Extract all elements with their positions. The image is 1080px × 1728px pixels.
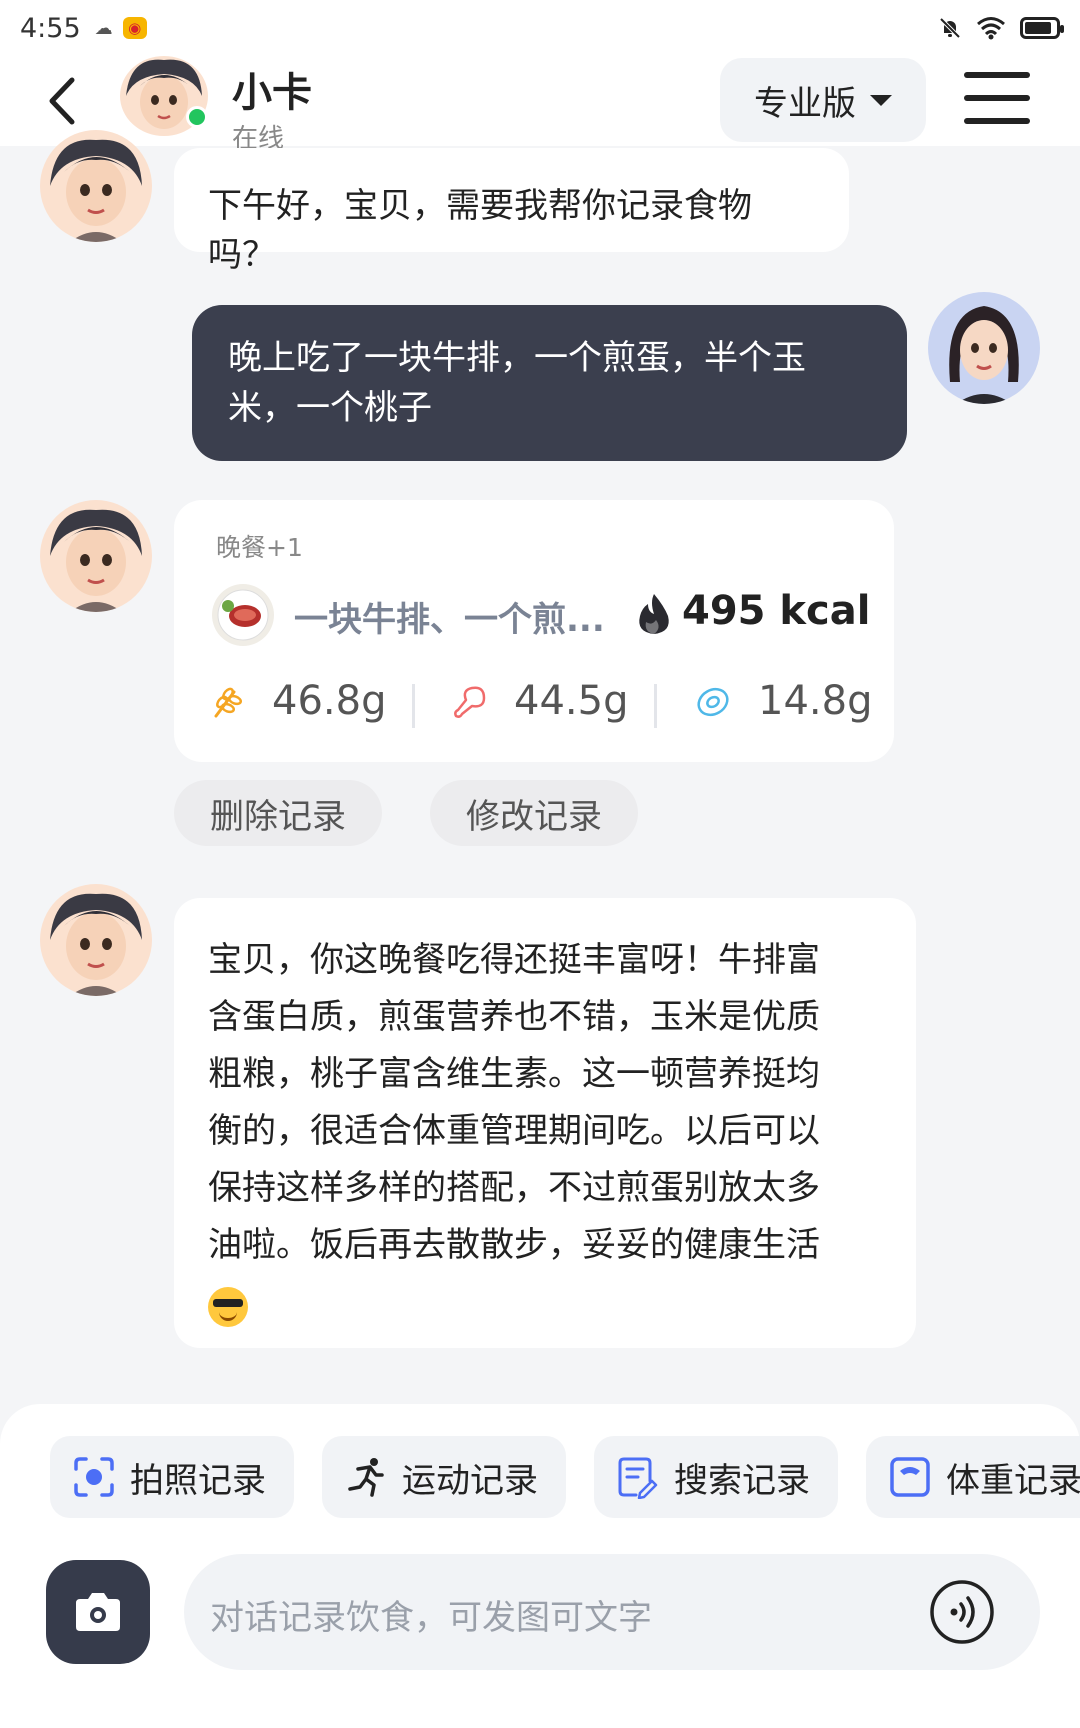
scan-camera-icon bbox=[74, 1457, 114, 1497]
protein-stat: 44.5g bbox=[450, 678, 628, 724]
message-input[interactable]: 对话记录饮食，可发图可文字 bbox=[184, 1554, 1040, 1670]
delete-record-button[interactable]: 删除记录 bbox=[174, 780, 382, 846]
weibo-icon: ◉ bbox=[122, 17, 147, 39]
wifi-icon bbox=[977, 17, 1005, 40]
sunglasses-emoji-icon bbox=[208, 1286, 248, 1327]
mute-bell-icon bbox=[939, 17, 961, 39]
contact-name: 小卡 bbox=[232, 70, 312, 116]
photo-record-button[interactable]: 拍照记录 bbox=[50, 1436, 294, 1518]
weight-record-button[interactable]: 体重记录 bbox=[866, 1436, 1080, 1518]
carbs-stat: 46.8g bbox=[208, 678, 386, 724]
meal-record-card[interactable]: 晚餐+1 一块牛排、一个煎... 495 kcal 46.8g 44.5g 14… bbox=[174, 500, 894, 762]
edit-record-button[interactable]: 修改记录 bbox=[430, 780, 638, 846]
online-indicator bbox=[186, 106, 208, 128]
message-text-line: 粗粮，桃子富含维生素。这一顿营养挺均 bbox=[208, 1054, 820, 1094]
notification-icon: ☁ bbox=[94, 17, 113, 39]
message-text-line: 保持这样多样的搭配，不过煎蛋别放太多 bbox=[208, 1168, 820, 1208]
message-text-line: 衡的，很适合体重管理期间吃。以后可以 bbox=[208, 1111, 820, 1151]
status-time: 4:55 bbox=[20, 12, 81, 44]
message-text-line: 宝贝，你这晚餐吃得还挺丰富呀！牛排富 bbox=[208, 940, 820, 980]
search-record-button[interactable]: 搜索记录 bbox=[594, 1436, 838, 1518]
document-search-icon bbox=[618, 1457, 658, 1499]
plan-dropdown[interactable]: 专业版 bbox=[720, 58, 926, 142]
exercise-record-button[interactable]: 运动记录 bbox=[322, 1436, 566, 1518]
caret-down-icon bbox=[870, 94, 892, 106]
message-text-line: 晚上吃了一块牛排，一个煎蛋，半个玉 bbox=[228, 338, 806, 378]
battery-icon bbox=[1020, 17, 1064, 39]
chevron-left-icon bbox=[49, 77, 75, 125]
wheat-icon bbox=[214, 687, 243, 718]
camera-icon bbox=[76, 1593, 120, 1631]
divider bbox=[412, 684, 415, 728]
assistant-avatar[interactable] bbox=[40, 884, 152, 996]
running-icon bbox=[348, 1458, 384, 1497]
user-avatar[interactable] bbox=[928, 292, 1040, 404]
protein-value: 44.5g bbox=[514, 678, 629, 724]
plan-label: 专业版 bbox=[754, 83, 856, 124]
fat-value: 14.8g bbox=[758, 678, 873, 724]
oil-drop-icon bbox=[697, 687, 729, 717]
assistant-avatar[interactable] bbox=[40, 130, 152, 242]
drumstick-icon bbox=[454, 686, 486, 718]
message-text-line: 油啦。饭后再去散散步，妥妥的健康生活 bbox=[208, 1225, 820, 1265]
exercise-record-label: 运动记录 bbox=[402, 1460, 538, 1501]
meal-tag: 晚餐+1 bbox=[216, 533, 303, 562]
back-button[interactable] bbox=[40, 66, 90, 136]
chat-screen: 4:55 ☁ ◉ 小卡 在线 专业版 下午好，宝贝，需要我帮你记录食物吗？ 晚上… bbox=[0, 0, 1080, 1728]
bottom-input-panel: 拍照记录 运动记录 搜索记录 体重记录 对话记录饮食，可发图可文字 bbox=[0, 1404, 1080, 1728]
search-record-label: 搜索记录 bbox=[674, 1460, 810, 1501]
photo-record-label: 拍照记录 bbox=[130, 1460, 266, 1501]
status-bar: 4:55 ☁ ◉ bbox=[0, 0, 1080, 56]
message-text-line: 米，一个桃子 bbox=[228, 388, 432, 428]
weight-record-label: 体重记录 bbox=[946, 1460, 1080, 1501]
menu-button[interactable] bbox=[964, 72, 1030, 128]
assistant-message: 下午好，宝贝，需要我帮你记录食物吗？ bbox=[174, 148, 849, 275]
assistant-avatar[interactable] bbox=[40, 500, 152, 612]
user-message: 晚上吃了一块牛排，一个煎蛋，半个玉 米，一个桃子 bbox=[192, 305, 907, 461]
flame-icon bbox=[639, 594, 669, 634]
input-placeholder: 对话记录饮食，可发图可文字 bbox=[210, 1598, 652, 1638]
divider bbox=[654, 684, 657, 728]
chat-header: 小卡 在线 专业版 bbox=[0, 56, 1080, 154]
voice-input-icon[interactable] bbox=[928, 1578, 996, 1646]
message-text: 下午好，宝贝，需要我帮你记录食物吗？ bbox=[208, 186, 752, 275]
fat-stat: 14.8g bbox=[694, 678, 872, 724]
assistant-message: 宝贝，你这晚餐吃得还挺丰富呀！牛排富 含蛋白质，煎蛋营养也不错，玉米是优质 粗粮… bbox=[174, 898, 916, 1348]
calorie-value: 495 kcal bbox=[682, 588, 871, 634]
food-name: 一块牛排、一个煎... bbox=[294, 600, 605, 640]
status-right bbox=[938, 16, 1064, 40]
message-text-line: 含蛋白质，煎蛋营养也不错，玉米是优质 bbox=[208, 997, 820, 1037]
hamburger-icon bbox=[964, 72, 1030, 78]
food-thumbnail bbox=[212, 584, 274, 646]
carbs-value: 46.8g bbox=[272, 678, 387, 724]
camera-button[interactable] bbox=[46, 1560, 150, 1664]
scale-icon bbox=[890, 1457, 930, 1497]
